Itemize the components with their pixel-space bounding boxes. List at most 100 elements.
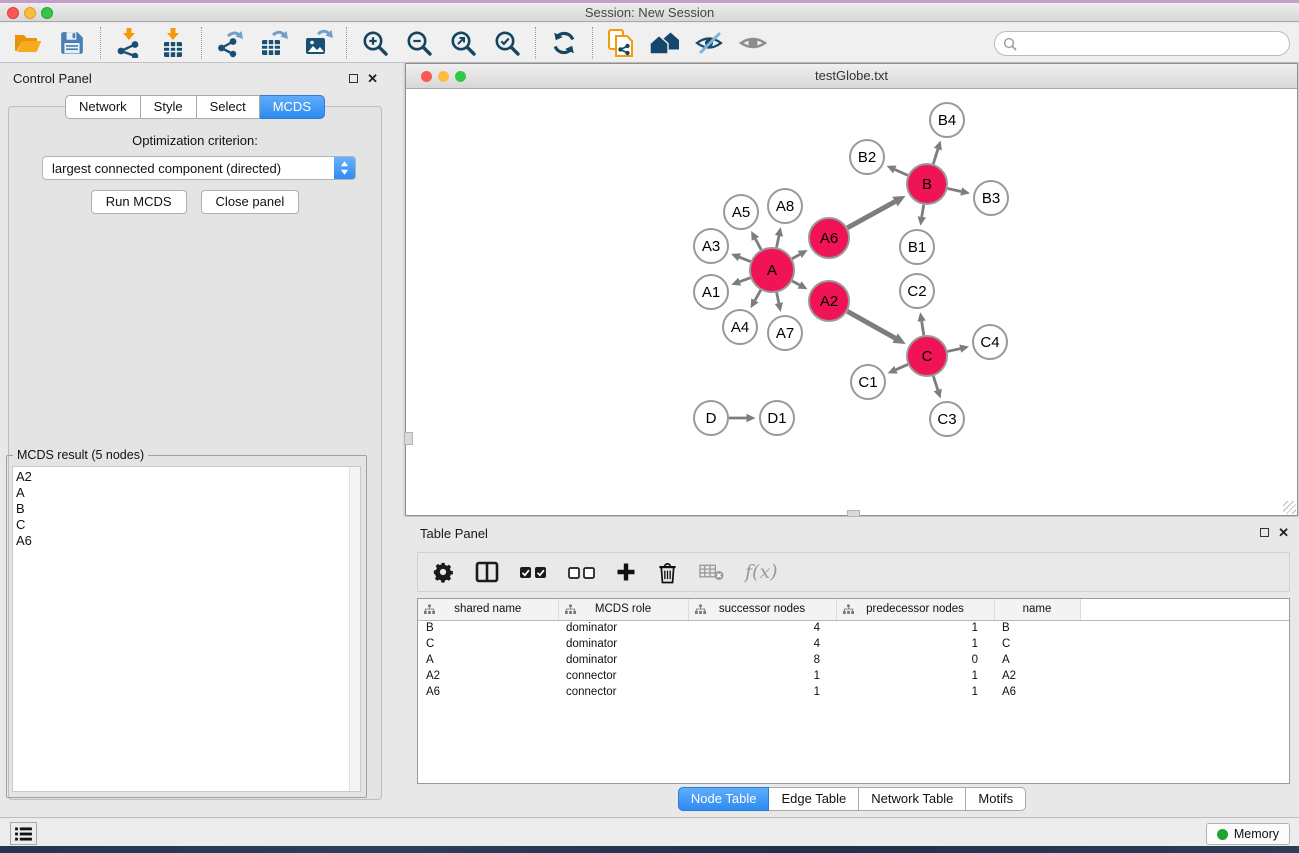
graph-edge[interactable] [847, 202, 895, 228]
float-table-panel-icon[interactable] [1260, 528, 1269, 537]
tab-mcds[interactable]: MCDS [260, 95, 325, 119]
table-cell[interactable]: 4 [688, 636, 836, 652]
graph-edge[interactable] [792, 281, 799, 285]
table-row[interactable]: A2connector11A2 [418, 668, 1289, 684]
graph-edge[interactable] [777, 236, 779, 248]
tab-network[interactable]: Network [65, 95, 141, 119]
splitter-handle-bottom[interactable] [847, 510, 860, 517]
table-cell[interactable]: 1 [688, 684, 836, 700]
table-cell[interactable]: C [994, 636, 1080, 652]
network-canvas[interactable]: AA1A2A3A4A5A6A7A8BB1B2B3B4CC1C2C3C4DD1 [406, 89, 1297, 515]
select-all-icon[interactable] [520, 566, 547, 579]
float-panel-icon[interactable] [349, 74, 358, 83]
table-cell[interactable]: 1 [836, 668, 994, 684]
criterion-dropdown[interactable]: largest connected component (directed) [42, 156, 356, 180]
table-row[interactable]: Cdominator41C [418, 636, 1289, 652]
run-mcds-button[interactable]: Run MCDS [91, 190, 187, 214]
mcds-result-list[interactable]: A2ABCA6 [12, 466, 361, 792]
graph-edge[interactable] [847, 311, 895, 338]
graph-edge[interactable] [922, 205, 924, 217]
graph-edge[interactable] [933, 149, 938, 164]
table-cell[interactable]: 4 [688, 620, 836, 636]
table-row[interactable]: Adominator80A [418, 652, 1289, 668]
graph-edge[interactable] [739, 257, 750, 261]
table-cell[interactable]: A6 [418, 684, 558, 700]
close-panel-icon[interactable]: ✕ [367, 73, 378, 84]
table-row[interactable]: A6connector11A6 [418, 684, 1289, 700]
table-cell[interactable]: A2 [994, 668, 1080, 684]
hide-details-icon[interactable] [693, 27, 725, 59]
result-scrollbar[interactable] [349, 467, 360, 791]
table-cell[interactable]: C [418, 636, 558, 652]
graph-edge[interactable] [948, 188, 962, 191]
graph-edge[interactable] [947, 349, 960, 352]
network-window-titlebar[interactable]: testGlobe.txt [406, 64, 1297, 89]
table-cell[interactable]: A [418, 652, 558, 668]
export-image-icon[interactable] [302, 27, 334, 59]
home-icon[interactable] [649, 27, 681, 59]
column-browser-icon[interactable] [475, 561, 499, 583]
clone-network-icon[interactable] [605, 27, 637, 59]
import-table-icon[interactable] [157, 27, 189, 59]
graph-edge[interactable] [755, 290, 761, 300]
zoom-in-icon[interactable] [359, 27, 391, 59]
export-table-icon[interactable] [258, 27, 290, 59]
column-header[interactable]: name [994, 599, 1080, 620]
table-cell[interactable]: connector [558, 684, 688, 700]
close-panel-button[interactable]: Close panel [201, 190, 300, 214]
zoom-fit-icon[interactable] [447, 27, 479, 59]
tab-edge-table[interactable]: Edge Table [769, 787, 859, 811]
tab-node-table[interactable]: Node Table [678, 787, 770, 811]
gear-icon[interactable] [432, 561, 454, 583]
resize-grip-icon[interactable] [1283, 501, 1296, 514]
table-cell[interactable]: 1 [836, 684, 994, 700]
splitter-handle-left[interactable] [404, 432, 413, 445]
column-header[interactable]: predecessor nodes [836, 599, 994, 620]
table-cell[interactable]: 1 [836, 620, 994, 636]
delete-column-icon[interactable] [657, 561, 678, 584]
column-header[interactable]: MCDS role [558, 599, 688, 620]
table-cell[interactable]: dominator [558, 620, 688, 636]
memory-button[interactable]: Memory [1206, 823, 1290, 845]
column-header[interactable]: successor nodes [688, 599, 836, 620]
table-cell[interactable]: 8 [688, 652, 836, 668]
table-cell[interactable]: A [994, 652, 1080, 668]
add-column-icon[interactable] [616, 562, 636, 582]
table-cell[interactable]: B [994, 620, 1080, 636]
table-row[interactable]: Bdominator41B [418, 620, 1289, 636]
column-header[interactable]: shared name [418, 599, 558, 620]
table-cell[interactable]: A6 [994, 684, 1080, 700]
graph-edge[interactable] [792, 254, 800, 258]
refresh-layout-icon[interactable] [548, 27, 580, 59]
tab-select[interactable]: Select [197, 95, 260, 119]
search-input[interactable] [1022, 36, 1289, 51]
search-field[interactable] [994, 31, 1290, 56]
graph-edge[interactable] [740, 278, 751, 282]
task-history-button[interactable] [10, 822, 37, 845]
graph-edge[interactable] [777, 293, 779, 304]
graph-edge[interactable] [895, 170, 908, 176]
export-network-icon[interactable] [214, 27, 246, 59]
graph-edge[interactable] [922, 321, 924, 335]
tab-style[interactable]: Style [141, 95, 197, 119]
tab-motifs[interactable]: Motifs [966, 787, 1026, 811]
table-cell[interactable]: A2 [418, 668, 558, 684]
graph-edge[interactable] [755, 239, 761, 250]
graph-edge[interactable] [933, 376, 937, 390]
tab-network-table[interactable]: Network Table [859, 787, 966, 811]
table-cell[interactable]: B [418, 620, 558, 636]
save-session-icon[interactable] [56, 27, 88, 59]
zoom-selected-icon[interactable] [491, 27, 523, 59]
table-cell[interactable]: dominator [558, 636, 688, 652]
import-network-icon[interactable] [113, 27, 145, 59]
table-cell[interactable]: 1 [836, 636, 994, 652]
open-session-icon[interactable] [12, 27, 44, 59]
table-cell[interactable]: 0 [836, 652, 994, 668]
unselect-all-icon[interactable] [568, 566, 595, 579]
zoom-out-icon[interactable] [403, 27, 435, 59]
show-details-icon[interactable] [737, 27, 769, 59]
table-cell[interactable]: connector [558, 668, 688, 684]
close-table-panel-icon[interactable]: ✕ [1278, 527, 1289, 538]
graph-edge[interactable] [896, 364, 908, 369]
table-cell[interactable]: dominator [558, 652, 688, 668]
